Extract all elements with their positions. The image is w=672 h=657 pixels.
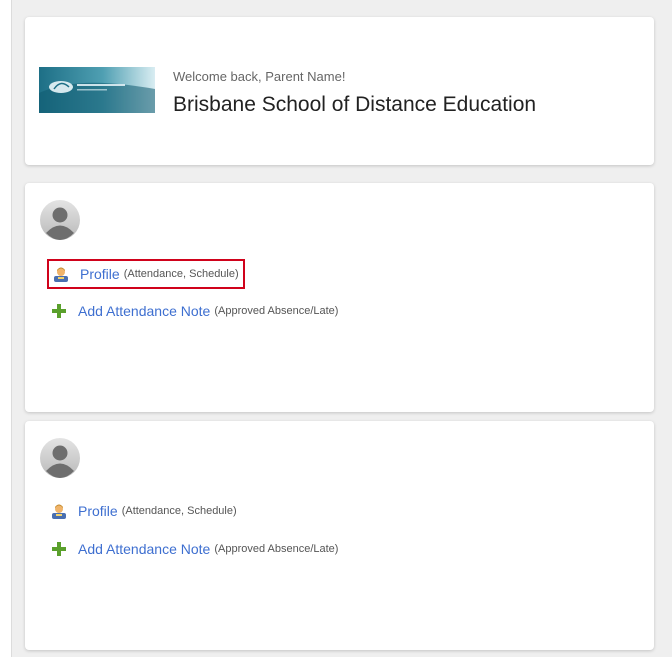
profile-link-label[interactable]: Profile — [78, 503, 118, 519]
add-attendance-note-link[interactable]: Add Attendance Note (Approved Absence/La… — [51, 538, 338, 560]
person-icon — [51, 503, 67, 519]
plus-icon — [51, 541, 67, 557]
plus-icon — [51, 303, 67, 319]
school-logo — [39, 67, 155, 113]
header-card: Welcome back, Parent Name! Brisbane Scho… — [25, 17, 654, 165]
profile-link-note: (Attendance, Schedule) — [123, 268, 239, 280]
add-attendance-note-link[interactable]: Add Attendance Note (Approved Absence/La… — [51, 300, 338, 322]
student-avatar-icon — [40, 200, 80, 240]
school-name: Brisbane School of Distance Education — [173, 93, 537, 116]
add-attendance-note-hint: (Approved Absence/Late) — [214, 543, 339, 555]
profile-link[interactable]: Profile (Attendance, Schedule) — [51, 500, 237, 522]
profile-link-note: (Attendance, Schedule) — [121, 505, 237, 517]
add-attendance-note-label[interactable]: Add Attendance Note — [78, 541, 210, 557]
welcome-message: Welcome back, Parent Name! — [173, 69, 346, 84]
student-avatar-icon — [40, 438, 80, 478]
person-icon — [53, 266, 69, 282]
add-attendance-note-label[interactable]: Add Attendance Note — [78, 303, 210, 319]
add-attendance-note-hint: (Approved Absence/Late) — [214, 305, 339, 317]
student-card: Profile (Attendance, Schedule) Add Atten… — [25, 183, 654, 412]
profile-link-label[interactable]: Profile — [80, 266, 120, 282]
profile-link[interactable]: Profile (Attendance, Schedule) — [47, 259, 245, 289]
student-card: Profile (Attendance, Schedule) Add Atten… — [25, 421, 654, 650]
